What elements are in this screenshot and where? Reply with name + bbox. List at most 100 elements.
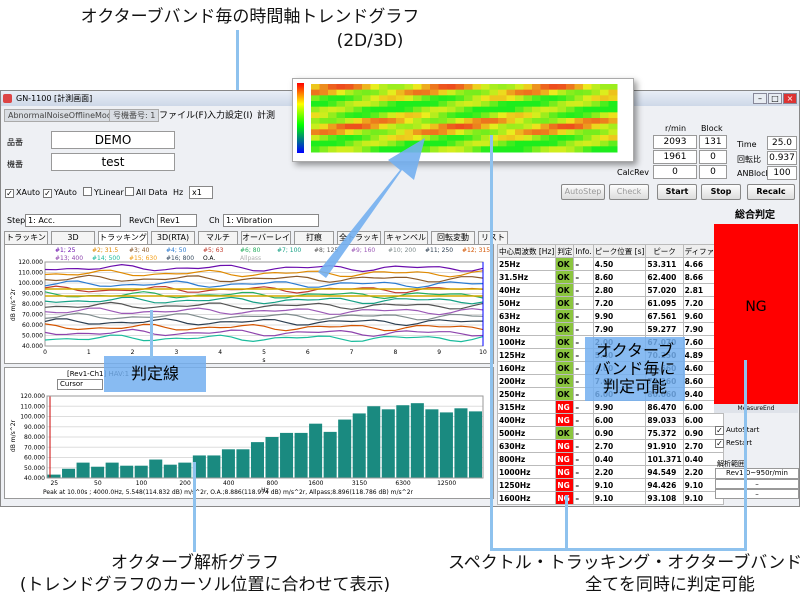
table-row[interactable]: 50Hz OK –7.20 61.095 7.20 (496, 296, 724, 310)
table-row[interactable]: 315Hz NG –9.90 86.470 6.00 (496, 400, 724, 414)
tab-3d[interactable]: 3D (51, 231, 95, 244)
spectrogram-cell (404, 106, 414, 113)
spectrogram-cell (336, 101, 346, 108)
spectrogram-cell (362, 112, 371, 119)
spectrogram-cell (336, 112, 346, 119)
autostart-checkbox[interactable]: ✓ AutoStart (715, 425, 759, 436)
spectrogram-cell (438, 95, 448, 102)
spectrogram-cell (464, 84, 473, 91)
table-header-cell: ピーク位置 [s] (592, 244, 647, 258)
table-cell-t: 7.90 (592, 322, 647, 336)
tab-tracking-rta[interactable]: トラッキング(RTA) (98, 231, 148, 254)
x-tick-label: 5 (262, 349, 266, 356)
y-axis-label: dB m/s^2r (10, 288, 17, 321)
table-row[interactable]: 1600Hz NG –9.10 93.108 9.10 (496, 491, 724, 505)
stop-button[interactable]: Stop (701, 184, 741, 200)
menu-input-settings[interactable]: 入力設定(I) (207, 107, 253, 125)
spectrogram-cell (506, 123, 516, 130)
table-cell-j: OK (555, 283, 575, 297)
maximize-button[interactable]: □ (768, 93, 782, 104)
spectrogram-cell (421, 123, 431, 130)
table-row[interactable]: 25Hz OK –4.50 53.311 4.66 (496, 257, 724, 271)
table-row[interactable]: 400Hz NG –6.00 89.033 6.00 (496, 413, 724, 427)
spectrogram-cell (379, 118, 388, 125)
table-row[interactable]: 31.5Hz OK –8.60 62.400 8.66 (496, 270, 724, 284)
x-tick-label: 25 (50, 480, 58, 487)
spectrogram-cell (506, 146, 516, 153)
start-button[interactable]: Start (657, 184, 697, 200)
spectrogram-cell (532, 140, 541, 147)
tab-multi[interactable]: マルチ (198, 231, 238, 244)
spectrogram-cell (591, 146, 601, 153)
kiban-field[interactable]: test (51, 153, 175, 171)
spectrogram-cell (583, 135, 592, 142)
table-row[interactable]: 40Hz OK –2.80 57.020 2.81 (496, 283, 724, 297)
minimize-button[interactable]: – (753, 93, 767, 104)
autostep-button[interactable]: AutoStep (561, 184, 605, 200)
table-cell-j: OK (555, 387, 575, 401)
y-tick-label: 60.000 (24, 455, 45, 462)
menu-file[interactable]: ファイル(F) (159, 107, 207, 125)
spectrogram-cell (421, 89, 431, 96)
yauto-checkbox[interactable]: ✓ YAuto (43, 187, 77, 198)
table-row[interactable]: 80Hz OK –7.90 59.277 7.90 (496, 322, 724, 336)
zoom-select[interactable]: x1 (189, 186, 213, 199)
xauto-checkbox[interactable]: ✓ XAuto (5, 187, 40, 198)
tab-overlay[interactable]: オーバーレイ (241, 231, 291, 244)
menu-measure[interactable]: 計測 (257, 107, 275, 125)
spectrogram-cell (472, 95, 482, 102)
table-row[interactable]: 500Hz OK –0.90 75.372 0.90 (496, 426, 724, 440)
spectrogram-cell (557, 89, 567, 96)
spectrogram-cell (447, 84, 456, 91)
table-row[interactable]: 1000Hz NG –2.20 94.549 2.20 (496, 465, 724, 479)
table-row[interactable]: 63Hz OK –9.90 67.561 9.60 (496, 309, 724, 323)
table-row[interactable]: 630Hz NG –2.70 91.910 2.70 (496, 439, 724, 453)
spectrogram-cell (515, 146, 524, 153)
range-dash-2: – (715, 489, 799, 499)
spectrogram-cell (447, 146, 456, 153)
spectrogram-cell (472, 140, 482, 147)
rpm-value-2: 1961 (653, 150, 697, 164)
spectrogram-cell (404, 95, 414, 102)
tab-tracking[interactable]: トラッキング (4, 231, 48, 254)
revch-select[interactable]: Rev1 (157, 214, 197, 227)
spectrogram-cell (379, 106, 388, 113)
tab-3d-rta[interactable]: 3D(RTA) (151, 231, 195, 244)
octave-plot-panel: [Rev1-Ch1] HAV:1 Cursor 120.000 110.000 10… (4, 367, 494, 499)
spectrogram-cell (608, 135, 618, 142)
alldata-checkbox[interactable]: All Data (125, 187, 168, 198)
spectrogram-cell (345, 112, 354, 119)
hinban-field[interactable]: DEMO (51, 131, 175, 149)
spectrogram-cell (455, 123, 465, 130)
spectrogram-cell (379, 95, 388, 102)
spectrogram-cell (532, 129, 541, 136)
table-row[interactable]: 800Hz NG –0.40 101.371 0.40 (496, 452, 724, 466)
spectrogram-cell (447, 135, 456, 142)
check-button[interactable]: Check (609, 184, 649, 200)
spectrogram-cell (557, 135, 567, 142)
tab-list[interactable]: リスト (478, 231, 508, 244)
all-pointer-mid (565, 495, 568, 551)
close-button[interactable]: × (783, 93, 797, 104)
spectrogram-cell (379, 84, 388, 91)
ylinear-checkbox[interactable]: YLinear (83, 187, 124, 198)
spectrogram-cell (583, 123, 592, 130)
spectrogram-cell (532, 123, 541, 130)
spectrogram-cell (362, 89, 371, 96)
spectrogram-cell (498, 129, 507, 136)
step-select[interactable]: 1: Acc. (25, 214, 121, 227)
recalc-button[interactable]: Recalc (747, 184, 795, 200)
spectrogram-cell (498, 89, 507, 96)
spectrogram-cell (430, 84, 439, 91)
table-cell-t: 7.20 (592, 296, 647, 310)
calcrev-value-1: 0 (653, 165, 697, 179)
table-cell-t: 9.10 (592, 491, 647, 505)
table-row[interactable]: 1250Hz NG –9.10 94.426 9.10 (496, 478, 724, 492)
spectrogram-cell (362, 106, 371, 113)
octave-bar (309, 423, 323, 478)
spectrogram-cell (608, 140, 618, 147)
legend-entry: #5; 63 (203, 247, 224, 254)
table-cell-p: 91.910 (645, 439, 684, 453)
spectrogram-cell (583, 140, 592, 147)
table-cell-f: 40Hz (496, 283, 557, 297)
